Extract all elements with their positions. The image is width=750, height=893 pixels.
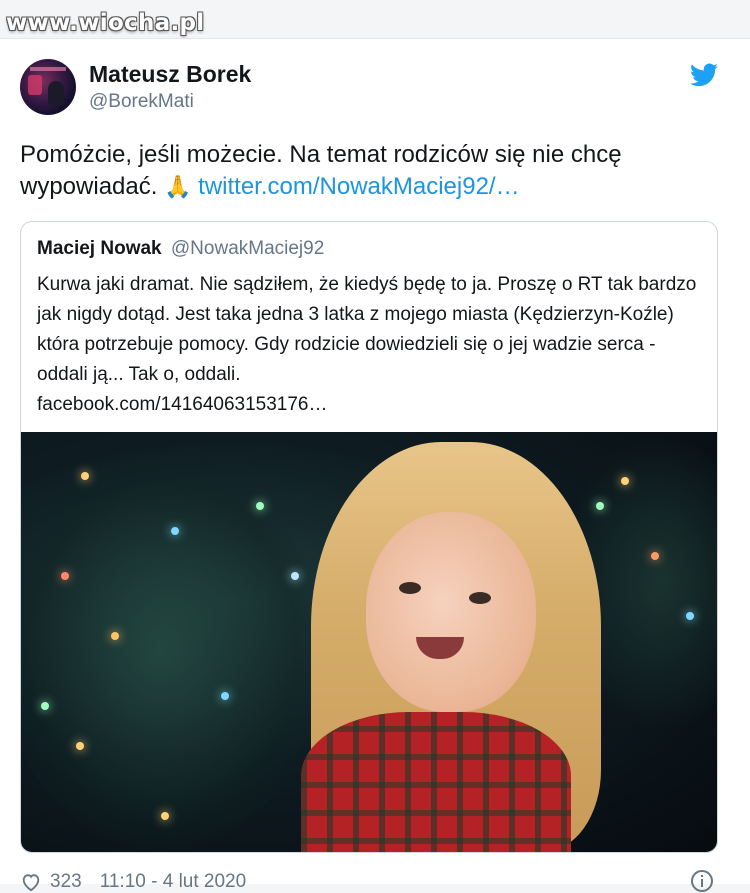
- info-icon[interactable]: [690, 869, 714, 893]
- quoted-tweet-header: Maciej Nowak @NowakMaciej92: [37, 238, 324, 260]
- quoted-author-name: Maciej Nowak: [37, 238, 162, 259]
- author-name[interactable]: Mateusz Borek: [89, 61, 251, 88]
- tweet-text: Pomóżcie, jeśli możecie. Na temat rodzic…: [20, 139, 720, 203]
- heart-icon[interactable]: [20, 872, 42, 892]
- author-handle[interactable]: @BorekMati: [89, 91, 194, 113]
- tweet-photo[interactable]: [21, 432, 717, 852]
- quoted-author-handle: @NowakMaciej92: [170, 238, 325, 259]
- quoted-tweet-link: facebook.com/14164063153176…: [37, 394, 328, 415]
- praying-hands-emoji: 🙏: [164, 174, 192, 199]
- avatar[interactable]: [20, 59, 76, 115]
- tweet-footer: 323 11:10 - 4 lut 2020: [20, 871, 246, 893]
- site-watermark: www.wiocha.pl: [6, 10, 205, 36]
- quoted-tweet-text: Kurwa jaki dramat. Nie sądziłem, że kied…: [37, 270, 707, 420]
- quoted-tweet[interactable]: Maciej Nowak @NowakMaciej92 Kurwa jaki d…: [20, 221, 718, 853]
- tweet-timestamp[interactable]: 11:10 - 4 lut 2020: [100, 871, 246, 893]
- tweet-card: Mateusz Borek @BorekMati Pomóżcie, jeśli…: [0, 38, 750, 892]
- quoted-tweet-body: Kurwa jaki dramat. Nie sądziłem, że kied…: [37, 274, 697, 385]
- tweet-link[interactable]: twitter.com/NowakMaciej92/…: [198, 173, 519, 200]
- like-count[interactable]: 323: [50, 871, 82, 893]
- twitter-bird-icon[interactable]: [690, 63, 718, 87]
